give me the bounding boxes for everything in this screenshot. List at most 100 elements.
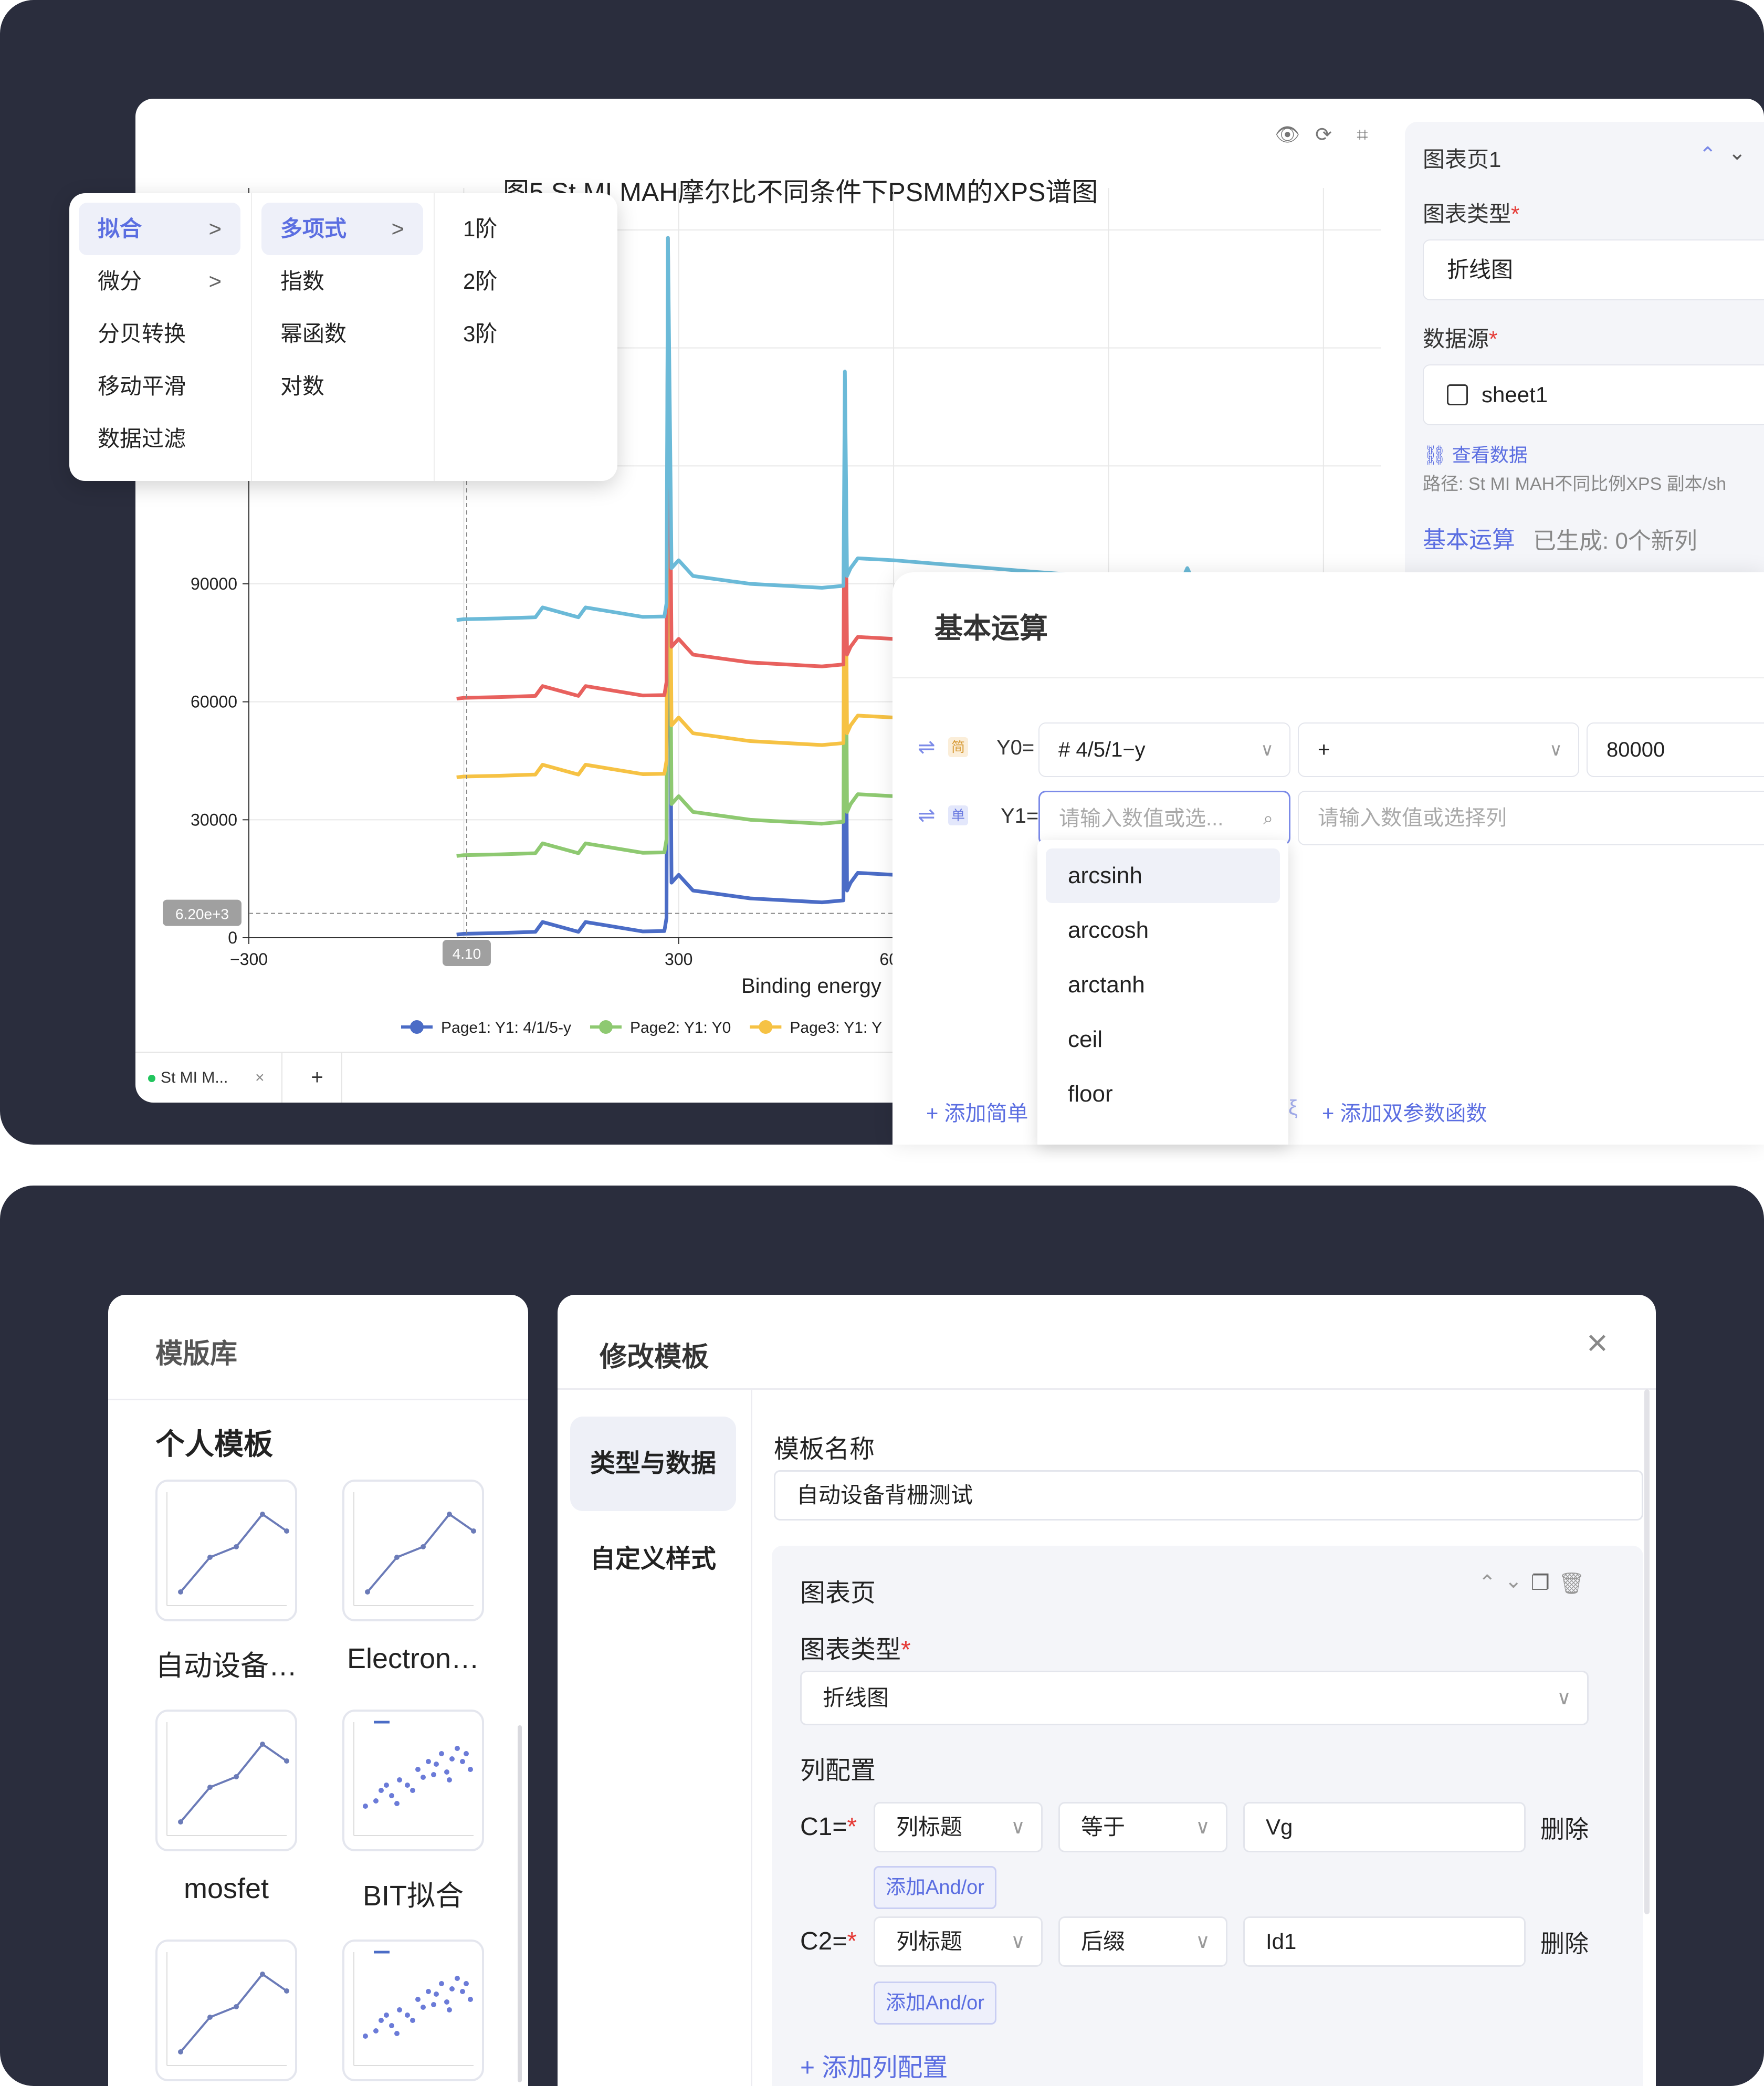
option-arccosh[interactable]: arccosh: [1046, 903, 1280, 958]
thumb-point: [260, 1972, 265, 1977]
value-input[interactable]: 80000: [1587, 722, 1764, 777]
c2-operator-select[interactable]: 后缀 ∨: [1058, 1916, 1227, 1967]
chevron-down-icon: ∨: [1549, 740, 1562, 760]
row-label: Y1=: [1001, 804, 1039, 827]
close-icon[interactable]: ×: [1587, 1324, 1608, 1361]
legend-swatch-dot: [759, 1020, 773, 1034]
thumb-point: [234, 1544, 239, 1549]
data-path: 路径: St MI MAH不同比例XPS 副本/sh: [1423, 474, 1727, 494]
basic-calc-link[interactable]: 基本运算: [1423, 521, 1515, 554]
swap-icon[interactable]: ⇌: [918, 803, 936, 827]
c2-delete-button[interactable]: 删除: [1540, 1925, 1589, 1959]
move-up-icon[interactable]: ⌃: [1478, 1571, 1496, 1595]
swap-icon[interactable]: ⇌: [918, 735, 936, 759]
generated-count: 已生成: 0个新列: [1533, 528, 1697, 554]
nav-type-data[interactable]: 类型与数据: [570, 1417, 736, 1511]
menu-item-order3[interactable]: 3阶: [444, 308, 606, 360]
thumb-point: [234, 2004, 239, 2009]
thumb-point: [455, 1746, 460, 1751]
menu-item-fit[interactable]: 拟合 >: [79, 203, 240, 255]
chart-settings-panel: 图表页1 ⌃ ⌄ 图表类型* 折线图 数据源* sheet1 ⛓ 查看数据 路径…: [1405, 122, 1764, 579]
c2-add-andor-button[interactable]: 添加And/or: [874, 1982, 996, 2025]
thumb-point: [410, 2018, 415, 2023]
template-thumb-6[interactable]: [342, 1940, 484, 2081]
y-tick-label: 30000: [191, 810, 237, 829]
option-ceil[interactable]: ceil: [1046, 1012, 1280, 1067]
chevron-down-icon: ∨: [1195, 1816, 1210, 1838]
thumb-point: [284, 1758, 289, 1764]
add-column-config-button[interactable]: + 添加列配置: [800, 2047, 948, 2083]
menu-item-order1[interactable]: 1阶: [444, 203, 606, 255]
close-tab-icon[interactable]: ×: [255, 1053, 265, 1103]
line-chart-thumbnail: [166, 1492, 289, 1606]
thumb-point: [447, 1512, 452, 1517]
chevron-right-icon: >: [391, 216, 404, 241]
add-simple-button[interactable]: + 添加简单: [926, 1096, 1028, 1127]
collapse-up-icon[interactable]: ⌃: [1699, 143, 1717, 167]
template-thumb-2[interactable]: [342, 1480, 484, 1621]
thumb-point: [365, 1589, 370, 1595]
menu-item-diff[interactable]: 微分 >: [79, 255, 240, 308]
template-thumb-4[interactable]: [342, 1710, 484, 1851]
add-double-param-button[interactable]: + 添加双参数函数: [1322, 1096, 1487, 1127]
thumb-point: [405, 2012, 410, 2018]
thumb-point: [421, 1544, 426, 1549]
menu-item-db[interactable]: 分贝转换: [79, 308, 240, 360]
template-thumb-1[interactable]: [155, 1480, 297, 1621]
add-tab-button[interactable]: +: [293, 1053, 342, 1103]
move-down-icon[interactable]: ⌄: [1505, 1569, 1522, 1593]
thumb-point: [379, 1788, 384, 1793]
thumb-point: [389, 2023, 394, 2028]
menu-item-smooth[interactable]: 移动平滑: [79, 360, 240, 413]
menu-item-poly[interactable]: 多项式 >: [261, 203, 423, 255]
nav-custom-style[interactable]: 自定义样式: [570, 1512, 736, 1607]
c1-field-select[interactable]: 列标题 ∨: [874, 1802, 1043, 1852]
thumb-point: [415, 1997, 421, 2002]
template-thumb-3[interactable]: [155, 1710, 297, 1851]
crosshair-x-value: 4.10: [453, 946, 481, 962]
c1-add-andor-button[interactable]: 添加And/or: [874, 1866, 996, 1909]
chart-type-select[interactable]: 折线图: [1423, 239, 1764, 300]
operator-select[interactable]: + ∨: [1298, 722, 1579, 777]
scrollbar[interactable]: [1644, 1389, 1650, 1914]
function-search-input[interactable]: 请输入数值或选... ⌕: [1038, 791, 1290, 845]
column-select[interactable]: # 4/5/1−y ∨: [1038, 722, 1290, 777]
option-floor[interactable]: floor: [1046, 1067, 1280, 1121]
x-tick-label: 300: [665, 950, 692, 969]
c2-value-input[interactable]: Id1: [1243, 1916, 1526, 1967]
c1-operator-select[interactable]: 等于 ∨: [1058, 1802, 1227, 1852]
x-axis-label: Binding energy: [741, 974, 881, 998]
thumb-point: [394, 1801, 400, 1806]
menu-item-power[interactable]: 幂函数: [261, 308, 423, 360]
page-name: 图表页1: [1423, 147, 1502, 172]
template-name-input[interactable]: 自动设备背栅测试: [774, 1470, 1643, 1521]
status-dot: [148, 1075, 155, 1083]
template-name-label: 模板名称: [774, 1435, 875, 1463]
copy-icon[interactable]: ❐: [1531, 1571, 1550, 1595]
expand-down-icon[interactable]: ⌄: [1728, 141, 1746, 165]
scrollbar[interactable]: [518, 1725, 522, 2082]
c1-delete-button[interactable]: 删除: [1540, 1810, 1589, 1845]
menu-item-filter[interactable]: 数据过滤: [79, 413, 240, 465]
menu-item-exp[interactable]: 指数: [261, 255, 423, 308]
chart-type-label: 图表类型*: [1423, 202, 1520, 226]
divider: [108, 1399, 528, 1400]
value-input[interactable]: 请输入数值或选择列: [1298, 791, 1764, 845]
c1-value-input[interactable]: Vg: [1243, 1802, 1526, 1852]
view-data-link[interactable]: ⛓ 查看数据: [1423, 440, 1528, 467]
chevron-down-icon: ∨: [1011, 1816, 1025, 1838]
template-thumb-5[interactable]: [155, 1940, 297, 2081]
thumb-point: [363, 1804, 368, 1809]
legend-swatch-dot: [598, 1020, 613, 1034]
menu-col-3: 1阶 2阶 3阶: [434, 193, 617, 481]
datasource-select[interactable]: sheet1: [1423, 364, 1764, 425]
delete-icon[interactable]: 🗑: [1558, 1571, 1585, 1596]
chart-type-select[interactable]: 折线图 ∨: [800, 1671, 1589, 1725]
sheet-tab[interactable]: St MI M... ×: [135, 1053, 282, 1103]
search-icon: ⌕: [1263, 809, 1273, 829]
menu-item-order2[interactable]: 2阶: [444, 255, 606, 308]
option-arcsinh[interactable]: arcsinh: [1046, 848, 1280, 903]
c2-field-select[interactable]: 列标题 ∨: [874, 1916, 1043, 1967]
option-arctanh[interactable]: arctanh: [1046, 958, 1280, 1012]
menu-item-log[interactable]: 对数: [261, 360, 423, 413]
